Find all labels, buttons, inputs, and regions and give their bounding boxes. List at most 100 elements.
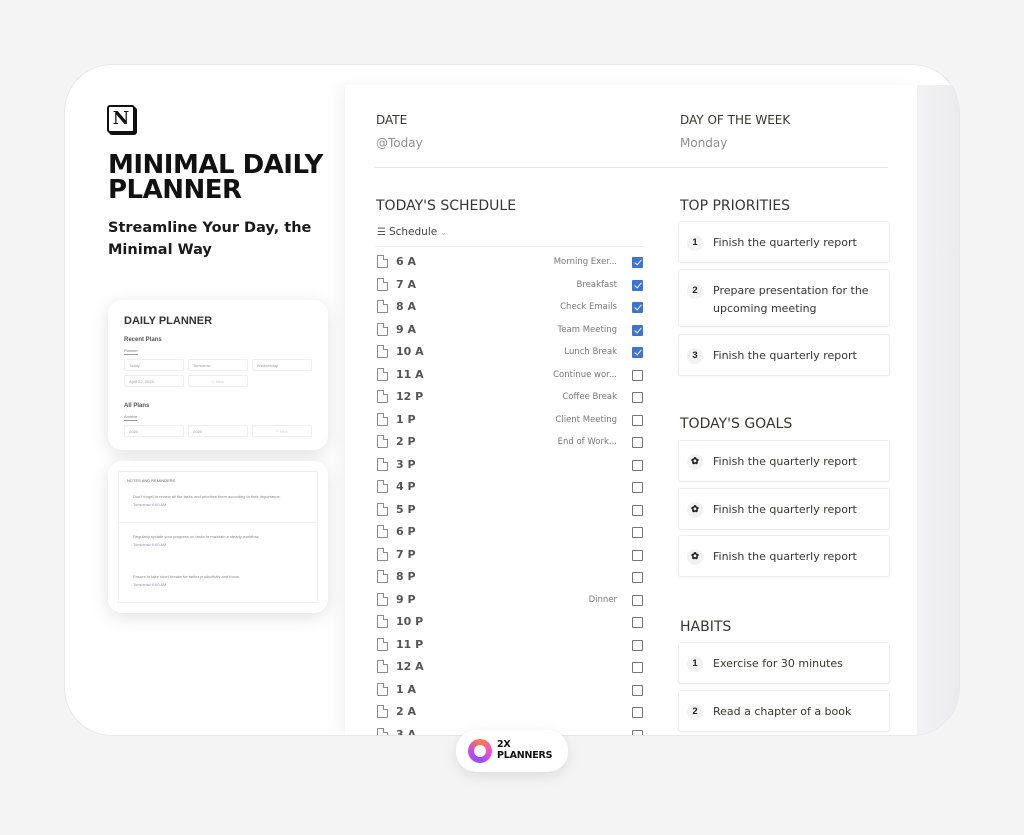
done-checkbox[interactable] [632,639,643,651]
page-icon [377,502,388,516]
schedule-time[interactable]: 3 A [396,728,416,736]
day-of-week-field[interactable]: Monday [680,136,727,150]
schedule-row[interactable]: 8 P [377,567,645,590]
goal-card[interactable]: ✿ Finish the quarterly report [678,488,890,530]
done-checkbox[interactable] [632,324,643,336]
page-icon [377,255,388,268]
done-checkbox[interactable] [632,482,643,493]
schedule-row[interactable]: 12 P Coffee Break [377,387,645,410]
page-icon [377,390,388,403]
schedule-time[interactable]: 7 P [396,548,416,561]
schedule-task: Dinner [588,594,617,605]
schedule-row[interactable]: 5 P [377,500,645,523]
note-item: Ensure to take short breaks for better p… [133,574,318,587]
done-checkbox[interactable] [632,504,643,516]
schedule-time[interactable]: 8 P [396,570,416,583]
habit-badge: 2 [687,704,703,720]
brand-line-2: PLANNERS [497,750,553,761]
schedule-time[interactable]: 2 A [396,705,416,718]
note-date: Tomorrow 9:00 AM [133,502,167,507]
schedule-time[interactable]: 12 P [396,390,423,403]
recent-plan-item: Today [124,359,184,371]
schedule-row[interactable]: 9 A Team Meeting [377,320,645,343]
schedule-time[interactable]: 11 P [396,638,423,651]
done-checkbox[interactable] [632,594,643,606]
done-checkbox[interactable] [632,414,643,426]
schedule-time[interactable]: 9 P [396,593,416,606]
page-icon [377,570,388,583]
schedule-row[interactable]: 10 A Lunch Break [377,342,645,365]
hero-title: MINIMAL DAILY PLANNER [108,150,323,205]
done-checkbox[interactable] [632,392,643,403]
priority-card[interactable]: 2 Prepare presentation for the upcoming m… [678,269,890,327]
done-checkbox[interactable] [632,279,643,291]
schedule-time[interactable]: 1 P [396,413,416,426]
done-checkbox[interactable] [632,527,643,538]
schedule-row[interactable]: 4 P [377,477,645,500]
schedule-time[interactable]: 10 P [396,615,423,628]
schedule-time[interactable]: 9 A [396,323,416,336]
schedule-row[interactable]: 1 A [377,680,645,703]
date-field[interactable]: @Today [376,136,423,150]
schedule-row[interactable]: 2 P End of Work... [377,432,645,455]
done-checkbox[interactable] [632,549,643,561]
done-checkbox[interactable] [632,572,643,583]
done-checkbox[interactable] [632,707,643,718]
goal-card[interactable]: ✿ Finish the quarterly report [678,535,890,577]
schedule-row[interactable]: 11 P [377,635,645,658]
schedule-row[interactable]: 12 A [377,657,645,680]
done-checkbox[interactable] [632,617,643,628]
done-checkbox[interactable] [632,459,643,471]
done-checkbox[interactable] [632,347,643,358]
schedule-time[interactable]: 3 P [396,458,416,471]
schedule-time[interactable]: 8 A [396,300,416,313]
daily-planner-preview: DAILY PLANNER Recent Plans Planner Today… [108,300,328,450]
page-icon [377,705,388,718]
schedule-time[interactable]: 10 A [396,345,424,358]
priority-badge: 3 [687,348,703,364]
schedule-row[interactable]: 11 A Continue wor... [377,365,645,388]
goal-text: Finish the quarterly report [713,550,857,563]
schedule-row[interactable]: 6 P [377,522,645,545]
schedule-time[interactable]: 1 A [396,683,416,696]
schedule-row[interactable]: 10 P [377,612,645,635]
schedule-row[interactable]: 7 A Breakfast [377,275,645,298]
schedule-row[interactable]: 9 P Dinner [377,590,645,613]
schedule-time[interactable]: 6 P [396,525,416,538]
done-checkbox[interactable] [632,257,643,268]
priority-card[interactable]: 1 Finish the quarterly report [678,221,890,263]
done-checkbox[interactable] [632,662,643,673]
habit-card[interactable]: 2 Read a chapter of a book [678,690,890,732]
schedule-row[interactable]: 8 A Check Emails [377,297,645,320]
note-text: Regularly update your progress on tasks … [133,534,260,539]
done-checkbox[interactable] [632,369,643,381]
schedule-time[interactable]: 5 P [396,503,416,516]
showcase-frame: N MINIMAL DAILY PLANNER Streamline Your … [64,64,960,736]
schedule-row[interactable]: 7 P [377,545,645,568]
priority-card[interactable]: 3 Finish the quarterly report [678,334,890,376]
schedule-time[interactable]: 4 P [396,480,416,493]
schedule-time[interactable]: 7 A [396,278,416,291]
priority-text: Finish the quarterly report [713,236,857,249]
schedule-view-tab[interactable]: ☰ Schedule ⌄ [377,226,447,238]
done-checkbox[interactable] [632,302,643,313]
page-icon [377,300,388,313]
done-checkbox[interactable] [632,684,643,696]
schedule-time[interactable]: 2 P [396,435,416,448]
schedule-task: Morning Exer... [553,257,617,267]
schedule-row[interactable]: 3 P [377,455,645,478]
schedule-time[interactable]: 12 A [396,660,424,673]
date-label: DATE [376,113,408,127]
schedule-task: Team Meeting [557,324,617,335]
done-checkbox[interactable] [632,729,643,735]
schedule-row[interactable]: 6 A Morning Exer... [377,252,645,275]
note-item: Regularly update your progress on tasks … [133,534,318,547]
done-checkbox[interactable] [632,437,643,448]
schedule-time[interactable]: 11 A [396,368,424,381]
habit-text: Exercise for 30 minutes [713,657,843,670]
schedule-row[interactable]: 1 P Client Meeting [377,410,645,433]
schedule-time[interactable]: 6 A [396,255,416,268]
schedule-row[interactable]: 2 A [377,702,645,725]
goal-card[interactable]: ✿ Finish the quarterly report [678,440,890,482]
habit-card[interactable]: 1 Exercise for 30 minutes [678,642,890,684]
